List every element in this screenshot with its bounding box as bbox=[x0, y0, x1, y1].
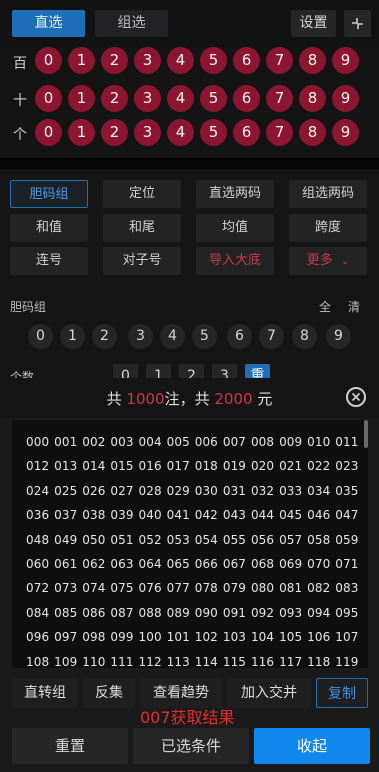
summary-suffix: 元 bbox=[257, 390, 273, 408]
digit-ball[interactable]: 6 bbox=[233, 47, 260, 74]
tab-zhixuan[interactable]: 直选 bbox=[12, 10, 85, 37]
copy-button[interactable]: 复制 bbox=[316, 678, 368, 708]
fold-button[interactable]: 收起 bbox=[254, 728, 370, 764]
digit-ball[interactable]: 5 bbox=[200, 47, 227, 74]
digit-ball[interactable]: 9 bbox=[332, 47, 359, 74]
digit-ball[interactable]: 6 bbox=[233, 85, 260, 112]
more-label: 更多 bbox=[306, 253, 333, 268]
filter-import-base-button[interactable]: 导入大底 bbox=[196, 247, 274, 275]
digit-ball[interactable]: 2 bbox=[101, 47, 128, 74]
digit-ball[interactable]: 1 bbox=[68, 119, 95, 146]
bet-summary: 共 1000注，共 2000 元 bbox=[0, 388, 379, 409]
chevron-down-icon: ⌄ bbox=[340, 256, 350, 267]
summary-prefix: 共 bbox=[106, 390, 122, 408]
digit-ball[interactable]: 9 bbox=[332, 119, 359, 146]
filter-dingwei-button[interactable]: 定位 bbox=[103, 180, 181, 208]
digit-ball[interactable]: 3 bbox=[134, 85, 161, 112]
filter-more-button[interactable]: 更多 ⌄ bbox=[289, 247, 367, 275]
digit-ball[interactable]: 5 bbox=[200, 85, 227, 112]
filter-hewei-button[interactable]: 和尾 bbox=[103, 214, 181, 242]
digit-ball[interactable]: 5 bbox=[200, 119, 227, 146]
digit-ball[interactable]: 6 bbox=[233, 119, 260, 146]
filter-hezhi-button[interactable]: 和值 bbox=[10, 214, 88, 242]
digit-ball[interactable]: 3 bbox=[134, 119, 161, 146]
digit-ball[interactable]: 4 bbox=[167, 85, 194, 112]
number-list-scrollbar[interactable] bbox=[364, 420, 368, 448]
dan-digit-ball[interactable]: 7 bbox=[259, 324, 284, 349]
digit-ball[interactable]: 1 bbox=[68, 85, 95, 112]
digit-ball[interactable]: 8 bbox=[299, 119, 326, 146]
digit-ball[interactable]: 4 bbox=[167, 119, 194, 146]
filter-junzhi-button[interactable]: 均值 bbox=[196, 214, 274, 242]
clear-button[interactable]: 清 bbox=[348, 298, 360, 315]
reset-button[interactable]: 重置 bbox=[12, 728, 128, 764]
inverse-set-button[interactable]: 反集 bbox=[83, 678, 135, 708]
filter-zhixuan-liangma-button[interactable]: 直选两码 bbox=[196, 180, 274, 208]
filter-danmazu-button[interactable]: 胆码组 bbox=[10, 180, 88, 208]
dan-digit-ball[interactable]: 6 bbox=[227, 324, 252, 349]
selected-conditions-button[interactable]: 已选条件 bbox=[133, 728, 249, 764]
compress-icon bbox=[352, 18, 363, 29]
bet-count: 1000 bbox=[126, 390, 165, 408]
row-label-ones: 个 bbox=[13, 127, 27, 143]
dan-digit-ball[interactable]: 1 bbox=[60, 324, 85, 349]
digit-ball[interactable]: 4 bbox=[167, 47, 194, 74]
digit-ball[interactable]: 7 bbox=[266, 85, 293, 112]
digit-ball[interactable]: 0 bbox=[35, 47, 62, 74]
digit-ball[interactable]: 2 bbox=[101, 119, 128, 146]
add-intersect-button[interactable]: 加入交并 bbox=[227, 678, 311, 708]
number-list: 000 001 002 003 004 005 006 007 008 009 … bbox=[26, 435, 359, 668]
result-status-text: 007获取结果 bbox=[140, 708, 235, 727]
digit-ball[interactable]: 1 bbox=[68, 47, 95, 74]
digit-ball[interactable]: 7 bbox=[266, 119, 293, 146]
row-label-tens: 十 bbox=[13, 93, 27, 109]
summary-mid: 注，共 bbox=[164, 390, 210, 408]
number-list-box[interactable]: 000 001 002 003 004 005 006 007 008 009 … bbox=[12, 420, 368, 668]
select-all-button[interactable]: 全 bbox=[319, 298, 331, 315]
settings-button[interactable]: 设置 bbox=[291, 10, 336, 37]
filter-lianhao-button[interactable]: 连号 bbox=[10, 247, 88, 275]
digit-ball[interactable]: 3 bbox=[134, 47, 161, 74]
dan-digit-ball[interactable]: 3 bbox=[128, 324, 153, 349]
collapse-button[interactable] bbox=[344, 10, 371, 37]
digit-ball[interactable]: 7 bbox=[266, 47, 293, 74]
digit-ball[interactable]: 0 bbox=[35, 119, 62, 146]
digit-ball[interactable]: 8 bbox=[299, 47, 326, 74]
filter-duizihao-button[interactable]: 对子号 bbox=[103, 247, 181, 275]
dan-digit-ball[interactable]: 2 bbox=[92, 324, 117, 349]
digit-ball[interactable]: 8 bbox=[299, 85, 326, 112]
digit-ball[interactable]: 2 bbox=[101, 85, 128, 112]
dan-digit-ball[interactable]: 5 bbox=[192, 324, 217, 349]
filter-kuadu-button[interactable]: 跨度 bbox=[289, 214, 367, 242]
digit-ball[interactable]: 0 bbox=[35, 85, 62, 112]
dan-digit-ball[interactable]: 8 bbox=[292, 324, 317, 349]
tab-zuxuan[interactable]: 组选 bbox=[95, 10, 168, 37]
bet-amount: 2000 bbox=[214, 390, 253, 408]
close-icon[interactable] bbox=[346, 387, 366, 407]
to-group-button[interactable]: 直转组 bbox=[12, 678, 78, 708]
dan-digit-ball[interactable]: 0 bbox=[28, 324, 53, 349]
filter-zuxuan-liangma-button[interactable]: 组选两码 bbox=[289, 180, 367, 208]
dan-digit-ball[interactable]: 9 bbox=[326, 324, 351, 349]
dan-section-label: 胆码组 bbox=[10, 300, 47, 314]
row-label-hundreds: 百 bbox=[13, 56, 27, 72]
digit-ball[interactable]: 9 bbox=[332, 85, 359, 112]
section-divider bbox=[0, 158, 379, 169]
dan-digit-ball[interactable]: 4 bbox=[160, 324, 185, 349]
